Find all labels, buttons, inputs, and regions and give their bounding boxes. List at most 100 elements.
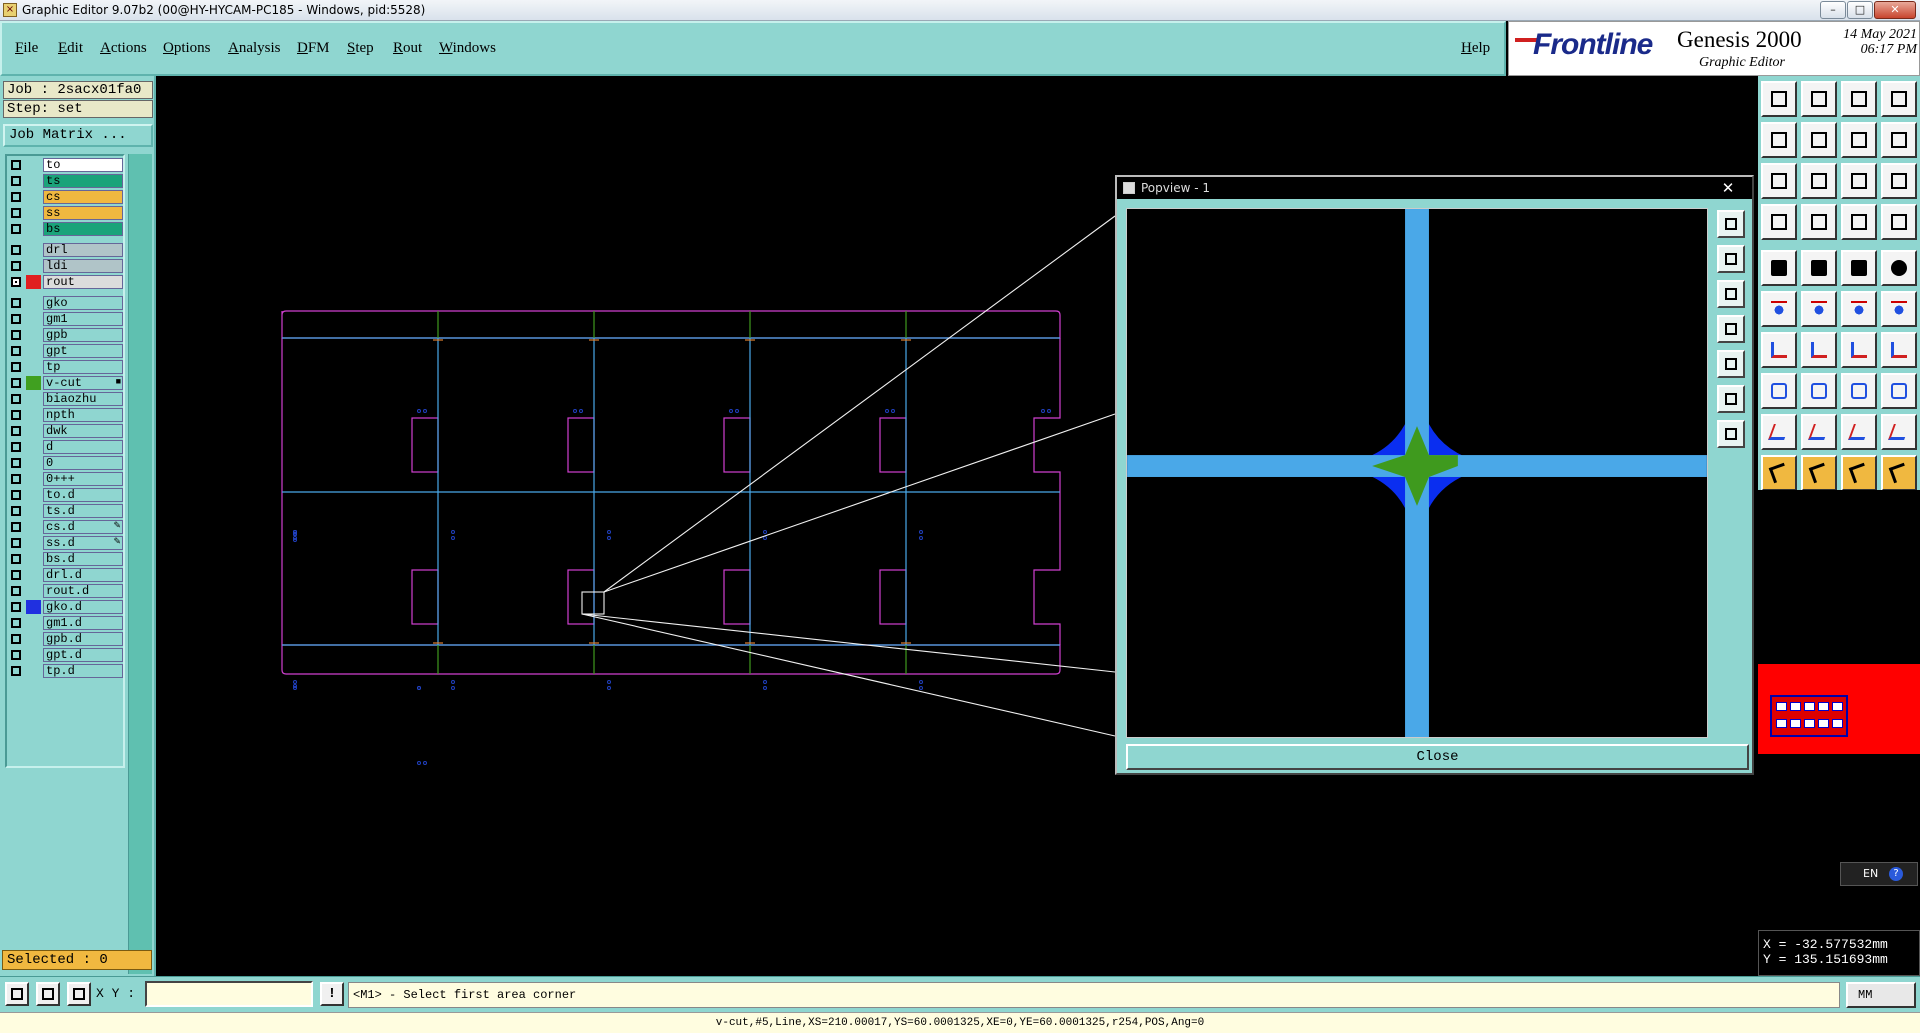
layer-affected-checkbox[interactable] xyxy=(11,442,21,452)
layer-display-color[interactable] xyxy=(26,328,41,342)
layer-name[interactable]: rout xyxy=(43,275,123,289)
minimize-button[interactable]: – xyxy=(1820,1,1846,19)
toolbar-button-13[interactable] xyxy=(1761,204,1797,240)
toolbar-button-33[interactable] xyxy=(1761,414,1797,450)
menu-actions[interactable]: Actions xyxy=(100,40,147,57)
layer-name[interactable]: d xyxy=(43,440,123,454)
toolbar-button-32[interactable] xyxy=(1881,373,1917,409)
toolbar-button-4[interactable] xyxy=(1881,81,1917,117)
layer-affected-checkbox[interactable] xyxy=(11,314,21,324)
layer-name[interactable]: gm1.d xyxy=(43,616,123,630)
layer-display-color[interactable] xyxy=(26,222,41,236)
layer-name[interactable]: ss.d xyxy=(43,536,123,550)
layer-affected-checkbox[interactable] xyxy=(11,458,21,468)
layer-name[interactable]: gpt.d xyxy=(43,648,123,662)
layer-affected-checkbox[interactable] xyxy=(11,277,21,287)
layer-display-color[interactable] xyxy=(26,344,41,358)
popview-close-button[interactable]: Close xyxy=(1126,744,1749,770)
layer-name[interactable]: ts.d xyxy=(43,504,123,518)
popview-tool-5[interactable] xyxy=(1717,350,1745,378)
layer-display-color[interactable] xyxy=(26,259,41,273)
layer-affected-checkbox[interactable] xyxy=(11,634,21,644)
snap-tool-1[interactable] xyxy=(5,982,29,1006)
menu-windows[interactable]: Windows xyxy=(439,40,496,57)
language-indicator[interactable]: EN ? xyxy=(1840,862,1918,886)
toolbar-button-2[interactable] xyxy=(1801,81,1837,117)
layer-display-color[interactable] xyxy=(26,275,41,289)
layer-name[interactable]: gm1 xyxy=(43,312,123,326)
layer-row-gko-d[interactable]: gko.d xyxy=(9,600,123,614)
layer-name[interactable]: gpb xyxy=(43,328,123,342)
layer-name[interactable]: ldi xyxy=(43,259,123,273)
layer-name[interactable]: bs xyxy=(43,222,123,236)
layer-name[interactable]: drl xyxy=(43,243,123,257)
layer-display-color[interactable] xyxy=(26,664,41,678)
layer-name[interactable]: rout.d xyxy=(43,584,123,598)
layer-display-color[interactable] xyxy=(26,568,41,582)
toolbar-button-39[interactable] xyxy=(1841,455,1877,491)
toolbar-button-11[interactable] xyxy=(1841,163,1877,199)
layer-name[interactable]: gpb.d xyxy=(43,632,123,646)
toolbar-button-27[interactable] xyxy=(1841,332,1877,368)
menu-rout[interactable]: Rout xyxy=(393,40,422,57)
layer-affected-checkbox[interactable] xyxy=(11,362,21,372)
layer-affected-checkbox[interactable] xyxy=(11,490,21,500)
popview-tool-6[interactable] xyxy=(1717,385,1745,413)
layer-display-color[interactable] xyxy=(26,456,41,470)
layer-name[interactable]: tp.d xyxy=(43,664,123,678)
layer-affected-checkbox[interactable] xyxy=(11,192,21,202)
layer-affected-checkbox[interactable] xyxy=(11,330,21,340)
layer-display-color[interactable] xyxy=(26,174,41,188)
layer-display-color[interactable] xyxy=(26,536,41,550)
layer-affected-checkbox[interactable] xyxy=(11,554,21,564)
layer-name[interactable]: v-cut xyxy=(43,376,123,390)
units-toggle[interactable]: MM xyxy=(1846,982,1916,1008)
menu-help[interactable]: Help xyxy=(1461,40,1490,57)
toolbar-button-21[interactable] xyxy=(1761,291,1797,327)
toolbar-button-29[interactable] xyxy=(1761,373,1797,409)
layer-row-ss[interactable]: ss xyxy=(9,206,123,220)
layer-name[interactable]: tp xyxy=(43,360,123,374)
layer-affected-checkbox[interactable] xyxy=(11,160,21,170)
layer-affected-checkbox[interactable] xyxy=(11,261,21,271)
layer-name[interactable]: to.d xyxy=(43,488,123,502)
toolbar-button-18[interactable] xyxy=(1801,250,1837,286)
layer-affected-checkbox[interactable] xyxy=(11,474,21,484)
layer-affected-checkbox[interactable] xyxy=(11,410,21,420)
toolbar-button-25[interactable] xyxy=(1761,332,1797,368)
layer-name[interactable]: 0 xyxy=(43,456,123,470)
toolbar-button-37[interactable] xyxy=(1761,455,1797,491)
toolbar-button-14[interactable] xyxy=(1801,204,1837,240)
layer-row-gm1[interactable]: gm1 xyxy=(9,312,123,326)
layer-affected-checkbox[interactable] xyxy=(11,602,21,612)
layer-row-gpt[interactable]: gpt xyxy=(9,344,123,358)
layer-row-v-cut[interactable]: v-cut ■ xyxy=(9,376,123,390)
layer-name[interactable]: gpt xyxy=(43,344,123,358)
layer-row-cs[interactable]: cs xyxy=(9,190,123,204)
toolbar-button-40[interactable] xyxy=(1881,455,1917,491)
step-overview[interactable] xyxy=(1758,664,1920,754)
layer-affected-checkbox[interactable] xyxy=(11,208,21,218)
layer-name[interactable]: dwk xyxy=(43,424,123,438)
toolbar-button-24[interactable] xyxy=(1881,291,1917,327)
menu-analysis[interactable]: Analysis xyxy=(228,40,281,57)
layer-name[interactable]: bs.d xyxy=(43,552,123,566)
layer-row-biaozhu[interactable]: biaozhu xyxy=(9,392,123,406)
toolbar-button-10[interactable] xyxy=(1801,163,1837,199)
layer-row-rout[interactable]: rout xyxy=(9,275,123,289)
popview-tool-2[interactable] xyxy=(1717,245,1745,273)
toolbar-button-12[interactable] xyxy=(1881,163,1917,199)
job-matrix-button[interactable]: Job Matrix ... xyxy=(3,124,153,147)
help-icon[interactable]: ? xyxy=(1889,867,1903,881)
layer-row-to[interactable]: to xyxy=(9,158,123,172)
layer-affected-checkbox[interactable] xyxy=(11,570,21,580)
layer-display-color[interactable] xyxy=(26,312,41,326)
layer-row-ts[interactable]: ts xyxy=(9,174,123,188)
toolbar-button-7[interactable] xyxy=(1841,122,1877,158)
layer-display-color[interactable] xyxy=(26,600,41,614)
layer-display-color[interactable] xyxy=(26,648,41,662)
layer-name[interactable]: ts xyxy=(43,174,123,188)
layer-affected-checkbox[interactable] xyxy=(11,522,21,532)
layer-display-color[interactable] xyxy=(26,552,41,566)
toolbar-button-1[interactable] xyxy=(1761,81,1797,117)
